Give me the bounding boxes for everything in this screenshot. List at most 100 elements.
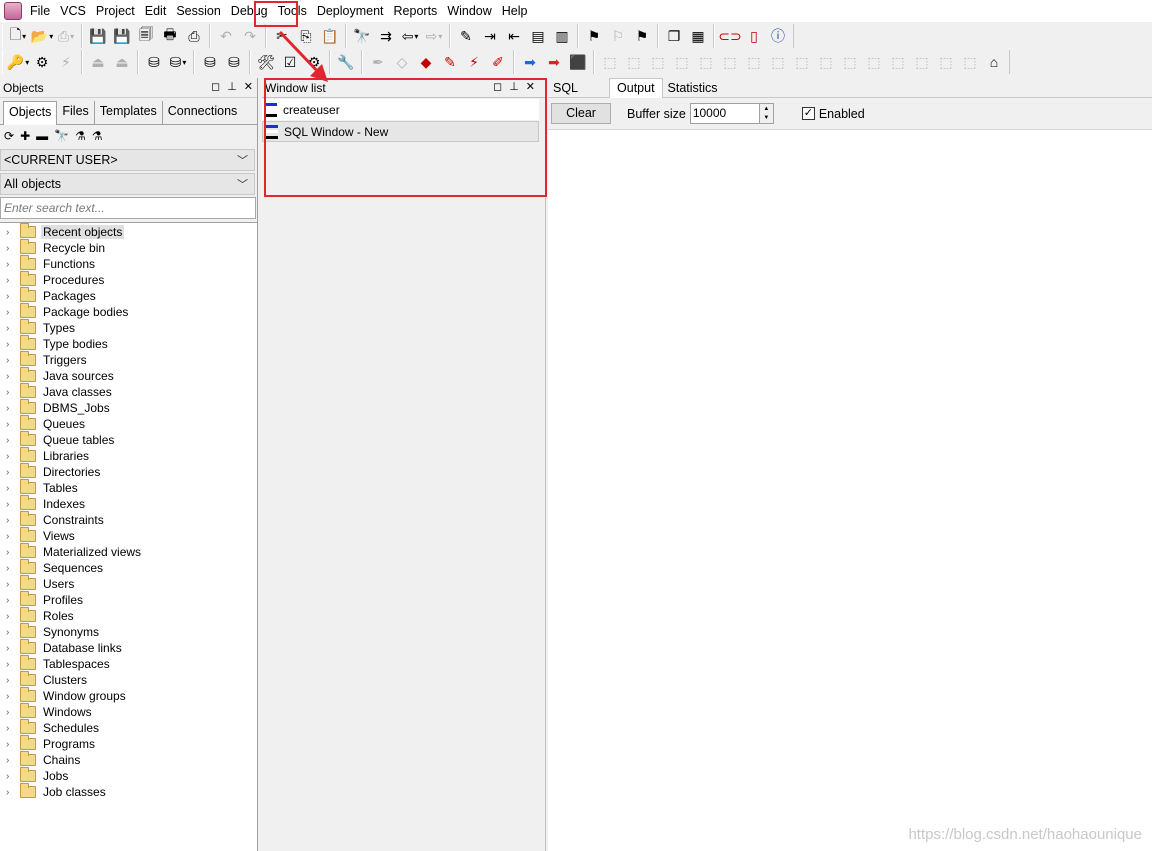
chevron-right-icon[interactable]: › bbox=[6, 787, 16, 798]
undo-icon[interactable]: ↶ bbox=[215, 25, 237, 47]
chevron-right-icon[interactable]: › bbox=[6, 483, 16, 494]
tree-item[interactable]: › Schedules bbox=[0, 719, 257, 736]
forward-icon[interactable]: ⇨ ▾ bbox=[423, 25, 445, 47]
chevron-right-icon[interactable]: › bbox=[6, 275, 16, 286]
chevron-right-icon[interactable]: › bbox=[6, 563, 16, 574]
pin-icon[interactable]: ⊥ bbox=[227, 80, 237, 93]
tree-item[interactable]: › Recycle bin bbox=[0, 239, 257, 256]
tools-icon[interactable]: 🛠 bbox=[255, 51, 277, 73]
disconnect-icon[interactable]: ⛁ bbox=[223, 51, 245, 73]
tab-templates[interactable]: Templates bbox=[95, 101, 163, 124]
cascade-icon[interactable]: ❐ bbox=[663, 25, 685, 47]
tile-icon[interactable]: ▦ bbox=[687, 25, 709, 47]
buffer-size-field[interactable]: 10000 bbox=[689, 103, 760, 124]
gear-icon[interactable]: ⚙ bbox=[31, 51, 53, 73]
chevron-right-icon[interactable]: › bbox=[6, 515, 16, 526]
chevron-right-icon[interactable]: › bbox=[6, 611, 16, 622]
print-icon[interactable]: 🖶 bbox=[159, 25, 181, 47]
chevron-right-icon[interactable]: › bbox=[6, 771, 16, 782]
tab-statistics[interactable]: Statistics bbox=[663, 79, 723, 97]
rollback-icon[interactable]: ⏏ bbox=[111, 51, 133, 73]
tab-objects[interactable]: Objects bbox=[3, 101, 58, 125]
menu-session[interactable]: Session bbox=[171, 0, 225, 22]
tree-item[interactable]: › Directories bbox=[0, 463, 257, 480]
tab-sql[interactable]: SQL bbox=[548, 79, 583, 97]
pin-icon[interactable]: ⊥ bbox=[509, 80, 519, 93]
sql-icon[interactable]: ⛁ ▾ bbox=[167, 51, 189, 73]
nav13-icon[interactable]: ⬚ bbox=[887, 51, 909, 73]
home-icon[interactable]: ⌂ bbox=[983, 51, 1005, 73]
chevron-right-icon[interactable]: › bbox=[6, 355, 16, 366]
tree-item[interactable]: › Java classes bbox=[0, 383, 257, 400]
tree-item[interactable]: › Package bodies bbox=[0, 303, 257, 320]
clear-button[interactable]: Clear bbox=[551, 103, 611, 124]
arrow-right-red-icon[interactable]: ➡ bbox=[543, 51, 565, 73]
pen-icon[interactable]: ✎ bbox=[439, 51, 461, 73]
redo-icon[interactable]: ↷ bbox=[239, 25, 261, 47]
tree-item[interactable]: › Programs bbox=[0, 735, 257, 752]
menu-edit[interactable]: Edit bbox=[140, 0, 172, 22]
tree-item[interactable]: › Types bbox=[0, 319, 257, 336]
back-icon[interactable]: ⇦ ▾ bbox=[399, 25, 421, 47]
chevron-right-icon[interactable]: › bbox=[6, 371, 16, 382]
nav1-icon[interactable]: ⬚ bbox=[599, 51, 621, 73]
nav5-icon[interactable]: ⬚ bbox=[695, 51, 717, 73]
cut-icon[interactable]: ✂ bbox=[271, 25, 293, 47]
menu-tools[interactable]: Tools bbox=[273, 0, 312, 22]
indent-icon[interactable]: ⇥ bbox=[479, 25, 501, 47]
refresh-icon[interactable]: ⟳ bbox=[4, 129, 14, 143]
tree-item[interactable]: › Procedures bbox=[0, 271, 257, 288]
pdf-icon[interactable]: ▯ bbox=[743, 25, 765, 47]
chevron-right-icon[interactable]: › bbox=[6, 659, 16, 670]
plus-icon[interactable]: ✚ bbox=[20, 129, 30, 143]
check-icon[interactable]: ☑ bbox=[279, 51, 301, 73]
chevron-right-icon[interactable]: › bbox=[6, 467, 16, 478]
tree-item[interactable]: › DBMS_Jobs bbox=[0, 399, 257, 416]
chevron-right-icon[interactable]: › bbox=[6, 723, 16, 734]
chevron-right-icon[interactable]: › bbox=[6, 323, 16, 334]
chevron-right-icon[interactable]: › bbox=[6, 531, 16, 542]
chevron-right-icon[interactable]: › bbox=[6, 307, 16, 318]
about-icon[interactable]: ⓘ bbox=[767, 25, 789, 47]
chevron-right-icon[interactable]: › bbox=[6, 387, 16, 398]
chevron-right-icon[interactable]: › bbox=[6, 499, 16, 510]
chevron-right-icon[interactable]: › bbox=[6, 227, 16, 238]
eraser-icon[interactable]: ◇ bbox=[391, 51, 413, 73]
window-list-item[interactable]: createuser bbox=[262, 99, 539, 120]
stop-icon[interactable]: ⬛ bbox=[567, 51, 589, 73]
chevron-right-icon[interactable]: › bbox=[6, 291, 16, 302]
settings-icon[interactable]: ⚙ bbox=[303, 51, 325, 73]
key-icon[interactable]: 🔑 ▾ bbox=[7, 51, 29, 73]
nav2-icon[interactable]: ⬚ bbox=[623, 51, 645, 73]
window-list-item[interactable]: SQL Window - New bbox=[262, 121, 539, 142]
find-icon[interactable]: 🔭 bbox=[351, 25, 373, 47]
close-icon[interactable]: ✕ bbox=[244, 80, 253, 93]
save-as-icon[interactable]: 💾 bbox=[111, 25, 133, 47]
nav15-icon[interactable]: ⬚ bbox=[935, 51, 957, 73]
oracle-icon[interactable]: ⊂⊃ bbox=[718, 25, 741, 47]
menu-help[interactable]: Help bbox=[497, 0, 533, 22]
arrow-right-blue-icon[interactable]: ➡ bbox=[519, 51, 541, 73]
new-icon[interactable]: 🗋 ▾ bbox=[7, 25, 29, 47]
tree-item[interactable]: › Sequences bbox=[0, 559, 257, 576]
bolt-icon[interactable]: ⚡ bbox=[463, 51, 485, 73]
restore-icon[interactable]: ◻ bbox=[493, 80, 502, 93]
menu-window[interactable]: Window bbox=[442, 0, 496, 22]
execute-icon[interactable]: ✎ bbox=[455, 25, 477, 47]
nav8-icon[interactable]: ⬚ bbox=[767, 51, 789, 73]
menu-deployment[interactable]: Deployment bbox=[312, 0, 389, 22]
filter-edit-icon[interactable]: ⚗ bbox=[92, 129, 103, 143]
nav6-icon[interactable]: ⬚ bbox=[719, 51, 741, 73]
chevron-right-icon[interactable]: › bbox=[6, 579, 16, 590]
find-next-icon[interactable]: ⇉ bbox=[375, 25, 397, 47]
tree-item[interactable]: › Queue tables bbox=[0, 431, 257, 448]
menu-debug[interactable]: Debug bbox=[226, 0, 273, 22]
nav3-icon[interactable]: ⬚ bbox=[647, 51, 669, 73]
chevron-right-icon[interactable]: › bbox=[6, 627, 16, 638]
db-icon[interactable]: ⛁ bbox=[143, 51, 165, 73]
tree-item[interactable]: › Window groups bbox=[0, 687, 257, 704]
chevron-right-icon[interactable]: › bbox=[6, 675, 16, 686]
tree-item[interactable]: › Windows bbox=[0, 703, 257, 720]
enabled-checkbox[interactable]: ✓ bbox=[801, 107, 815, 120]
user-select[interactable]: <CURRENT USER> ﹀ bbox=[0, 149, 255, 171]
